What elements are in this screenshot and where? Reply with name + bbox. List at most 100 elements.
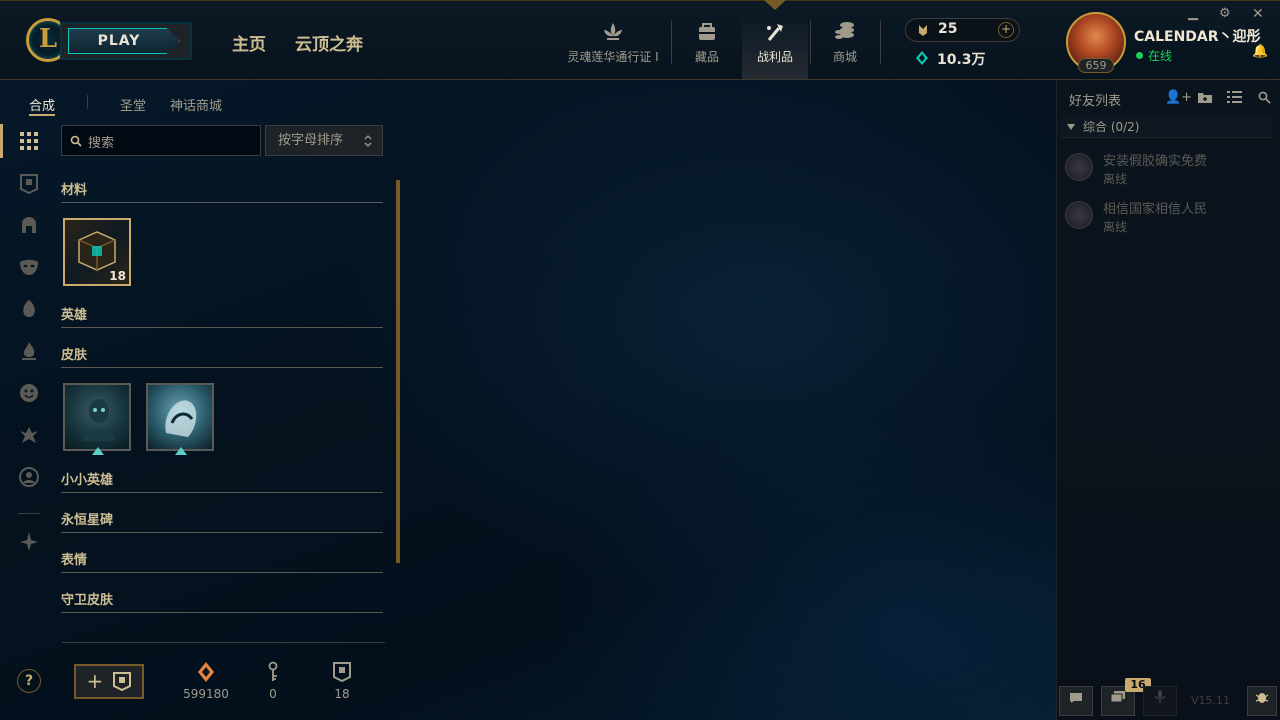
add-folder-icon[interactable] [1197, 91, 1213, 104]
summoner-name[interactable]: CALENDAR丶迎彤 [1134, 26, 1261, 46]
emote-face-icon[interactable] [18, 382, 40, 404]
nav-collection[interactable]: 藏品 [676, 14, 738, 80]
add-friend-icon[interactable]: 👤+ [1165, 90, 1192, 105]
lotus-icon [604, 23, 622, 40]
category-ward-skins[interactable]: 守卫皮肤 [61, 589, 383, 613]
friend-name[interactable]: 相信国家相信人民 [1103, 198, 1207, 217]
friend-group-general[interactable]: 综合 (0/2) [1061, 116, 1271, 138]
sort-dropdown-label: 按字母排序 [278, 133, 344, 148]
close-icon[interactable]: ✕ [1252, 6, 1264, 22]
friends-title: 好友列表 [1069, 94, 1122, 109]
nav-pass-label: 灵魂莲华通行证 I [567, 50, 659, 64]
search-input[interactable]: 搜索 [61, 125, 261, 156]
nav-home[interactable]: 主页 [232, 30, 266, 55]
bug-report-button[interactable] [1247, 686, 1277, 716]
rail-divider [18, 513, 40, 514]
all-loot-grid-icon[interactable] [18, 130, 40, 152]
nav-loot[interactable]: 战利品 [742, 14, 808, 80]
settings-gear-icon[interactable]: ⚙ [1219, 6, 1231, 21]
rail-active-indicator [0, 124, 3, 158]
category-little-legends[interactable]: 小小英雄 [61, 469, 383, 493]
nav-tft[interactable]: 云顶之奔 [295, 30, 363, 55]
collection-bag-icon [699, 23, 715, 40]
orange-essence-counter: 599180 [176, 660, 236, 701]
rp-amount: 25 [938, 21, 958, 37]
champion-helmet-icon[interactable] [18, 214, 40, 236]
mythic-icon[interactable] [18, 530, 40, 552]
category-label: 英雄 [61, 308, 88, 323]
list-view-icon[interactable] [1227, 91, 1242, 103]
little-legend-icon[interactable] [18, 298, 40, 320]
ward-flame-icon[interactable] [18, 340, 40, 362]
nav-divider [671, 20, 672, 64]
category-champions[interactable]: 英雄 [61, 304, 383, 328]
chat-button[interactable] [1059, 686, 1093, 716]
minimize-icon[interactable]: ▁ [1188, 6, 1198, 21]
loot-crafting-icon [767, 24, 783, 41]
friend-group-label: 综合 (0/2) [1083, 120, 1140, 134]
nav-divider [880, 20, 881, 64]
category-emotes[interactable]: 表情 [61, 549, 383, 573]
chest-filter-icon[interactable] [18, 172, 40, 194]
updown-chevron-icon [364, 135, 372, 147]
category-label: 永恒星碑 [61, 513, 114, 528]
category-label: 材料 [61, 183, 88, 198]
skin-mask-icon[interactable] [18, 256, 40, 278]
tab-sanctum[interactable]: 圣堂 [120, 95, 146, 114]
key-icon [268, 661, 278, 681]
play-button-label: PLAY [68, 28, 180, 54]
profile-icon-filter-icon[interactable] [18, 466, 40, 488]
eternals-icon[interactable] [18, 424, 40, 446]
hextech-chest-icon [78, 231, 116, 271]
rp-balance[interactable]: 25 + [905, 18, 1020, 42]
craft-key-button[interactable]: + [74, 664, 144, 699]
blue-essence-icon [916, 51, 928, 65]
buy-rp-button[interactable]: + [998, 22, 1014, 38]
friend-status: 离线 [1103, 172, 1128, 186]
skin-shard-item[interactable] [146, 383, 214, 455]
client-version: V15.11 [1191, 694, 1231, 707]
tab-mythic-shop[interactable]: 神话商城 [170, 95, 222, 114]
level-badge: 659 [1078, 58, 1114, 73]
notification-bell-icon[interactable]: 🔔 [1252, 44, 1268, 59]
chest-counter: 18 [312, 660, 372, 701]
category-label: 表情 [61, 553, 88, 568]
tab-crafting[interactable]: 合成 [29, 95, 55, 114]
search-icon[interactable] [1258, 91, 1271, 104]
friend-avatar[interactable] [1065, 201, 1093, 229]
category-eternals[interactable]: 永恒星碑 [61, 509, 383, 533]
tab-crafting-underline [29, 114, 55, 116]
category-label: 小小英雄 [61, 473, 114, 488]
tab-divider [87, 95, 88, 109]
chest-value: 18 [334, 687, 350, 701]
orange-essence-icon [198, 662, 214, 682]
nav-store-label: 商城 [832, 50, 857, 64]
search-placeholder: 搜索 [88, 136, 115, 151]
voice-button[interactable] [1143, 686, 1177, 716]
nav-pass[interactable]: 灵魂莲华通行证 I [560, 14, 666, 80]
play-button[interactable]: PLAY [60, 22, 192, 60]
skin-shard-item[interactable] [63, 383, 131, 455]
item-count: 18 [109, 269, 126, 283]
status-text[interactable]: 在线 [1148, 47, 1172, 64]
hextech-chest-item[interactable]: 18 [63, 218, 131, 286]
orange-essence-value: 599180 [183, 687, 229, 701]
friend-avatar[interactable] [1065, 153, 1093, 181]
category-skins[interactable]: 皮肤 [61, 344, 383, 368]
friend-name[interactable]: 安装假胶确实免费 [1103, 150, 1207, 169]
nav-store[interactable]: 商城 [815, 14, 875, 80]
key-value: 0 [269, 687, 277, 701]
microphone-icon [1155, 690, 1165, 703]
help-button[interactable]: ? [17, 669, 41, 693]
friend-status: 离线 [1103, 220, 1128, 234]
store-coins-icon [835, 22, 854, 39]
blue-essence-amount: 10.3万 [937, 52, 986, 68]
chest-icon [112, 672, 131, 692]
category-materials[interactable]: 材料 [61, 179, 383, 203]
notification-stack-icon [1110, 691, 1125, 703]
online-status-dot [1136, 52, 1143, 59]
bug-icon [1255, 693, 1269, 703]
skin-portrait-icon [165, 400, 197, 437]
loot-scrollbar[interactable] [396, 180, 400, 563]
sort-dropdown[interactable]: 按字母排序 [265, 125, 383, 156]
